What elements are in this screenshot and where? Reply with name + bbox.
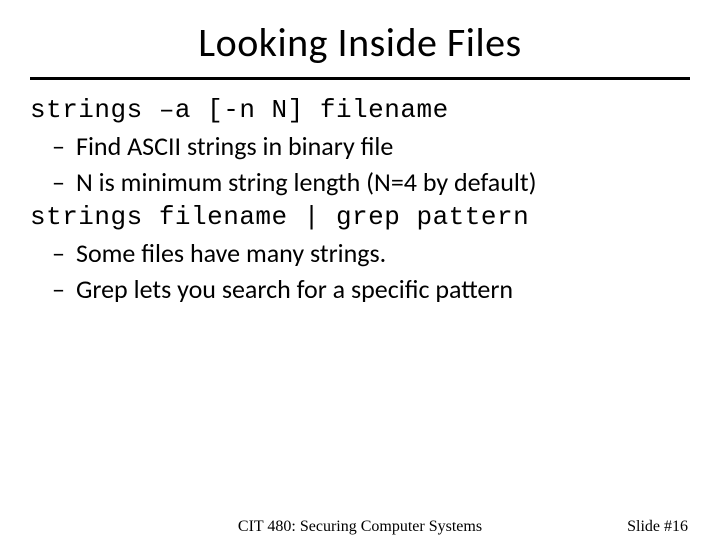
slide-content: strings –a [-n N] filename Find ASCII st… xyxy=(0,94,720,307)
slide-title: Looking Inside Files xyxy=(0,0,720,77)
bullet-2a: Some files have many strings. xyxy=(30,237,690,271)
footer-slide-number: Slide #16 xyxy=(627,518,688,536)
footer-course: CIT 480: Securing Computer Systems xyxy=(0,518,720,536)
command-1: strings –a [-n N] filename xyxy=(30,94,690,128)
title-divider xyxy=(30,77,690,80)
bullet-2b: Grep lets you search for a specific patt… xyxy=(30,273,690,307)
bullet-1a: Find ASCII strings in binary file xyxy=(30,130,690,164)
bullet-1b: N is minimum string length (N=4 by defau… xyxy=(30,166,690,200)
command-2: strings filename | grep pattern xyxy=(30,201,690,235)
slide: Looking Inside Files strings –a [-n N] f… xyxy=(0,0,720,540)
